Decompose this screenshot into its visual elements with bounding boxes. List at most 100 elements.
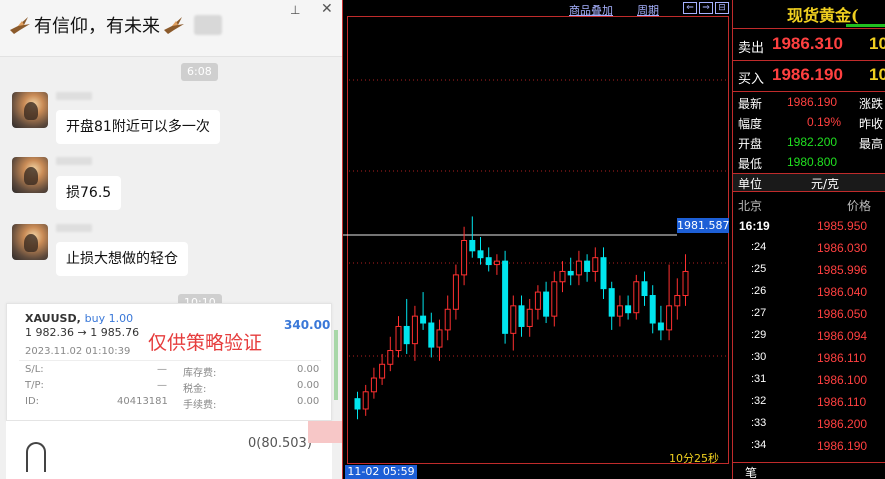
paperclip-icon[interactable] — [26, 442, 46, 472]
strategy-stamp: 仅供策略验证 — [148, 332, 263, 354]
bird-icon — [10, 17, 30, 34]
candle — [633, 274, 640, 320]
candle-body — [510, 305, 517, 334]
swap-value: 0.00 — [297, 364, 320, 375]
bar-countdown: 10分25秒 — [669, 452, 719, 465]
candle-body — [625, 305, 632, 314]
candle — [452, 264, 459, 320]
candle-body — [354, 398, 361, 410]
latest-value: 1986.190 — [787, 95, 838, 109]
tick-price: 1986.190 — [817, 439, 868, 453]
cursor-time-label: 11-02 05:59 — [345, 465, 417, 479]
candle-body — [649, 295, 656, 324]
avatar[interactable] — [12, 224, 48, 260]
divider — [733, 462, 885, 463]
latest-label: 最新 — [738, 97, 763, 111]
candle-body — [608, 288, 615, 317]
fee-label: 手续费: — [183, 400, 217, 411]
pink-edge — [308, 421, 342, 443]
low-label: 最低 — [738, 157, 763, 171]
tick-time: :29 — [751, 329, 767, 341]
candle-body — [387, 350, 394, 365]
tick-time: :34 — [751, 439, 767, 451]
candle — [485, 247, 492, 272]
trade-datetime: 2023.11.02 01:10:39 — [25, 346, 131, 357]
quote-panel: 现货黄金( 卖出 1986.310 10 买入 1986.190 10 最新 1… — [732, 0, 885, 479]
candle-body — [682, 270, 689, 297]
trades-tab[interactable]: 笔 — [745, 464, 757, 479]
candle-body — [534, 291, 541, 310]
message-bubble[interactable]: 止损大想做的轻仓 — [56, 242, 188, 276]
instrument-title: 现货黄金( — [787, 6, 859, 25]
candle-body — [592, 257, 599, 272]
pin-icon[interactable]: ⊥ — [290, 3, 300, 17]
candle-body — [493, 260, 500, 266]
tick-price: 1986.050 — [817, 307, 868, 321]
sl-label: S/L: — [25, 364, 44, 375]
candle — [403, 298, 410, 354]
sender-name — [56, 157, 92, 165]
candle — [625, 295, 632, 320]
tp-label: T/P: — [25, 380, 44, 391]
trade-side: buy 1.00 — [84, 312, 134, 325]
bird-icon — [164, 17, 184, 34]
tick-time: :31 — [751, 373, 767, 385]
avatar[interactable] — [12, 92, 48, 128]
candle — [551, 271, 558, 327]
candle-body — [641, 281, 648, 297]
green-bar — [846, 24, 885, 27]
candle-body — [559, 270, 566, 283]
candle — [370, 367, 377, 399]
tick-time: :25 — [751, 263, 767, 275]
open-value: 1982.200 — [787, 135, 838, 149]
tick-price: 1986.030 — [817, 241, 868, 255]
tick-price: 1986.094 — [817, 329, 868, 343]
tick-price: 1986.200 — [817, 417, 868, 431]
message-bubble[interactable]: 开盘81附近可以多一次 — [56, 110, 220, 144]
candle — [616, 295, 623, 327]
candle-body — [633, 281, 640, 314]
avatar[interactable] — [12, 157, 48, 193]
chart-plot — [343, 79, 727, 420]
candlestick-chart[interactable]: 商品叠加 周期 ⇐ ⇒ ⊟ 1981.587 11-02 05:59 10分25… — [342, 0, 732, 479]
id-label: ID: — [25, 396, 40, 407]
tick-time: :26 — [751, 285, 767, 297]
candle — [584, 254, 591, 282]
message-bubble[interactable]: 损76.5 — [56, 176, 122, 210]
candle-body — [551, 281, 558, 317]
candle-body — [469, 240, 476, 252]
candle — [387, 336, 394, 372]
candle-body — [657, 322, 664, 331]
candle-body — [666, 305, 673, 331]
unit-row: 单位 元/克 — [733, 173, 885, 192]
candle — [559, 261, 566, 293]
low-value: 1980.800 — [787, 155, 838, 169]
tick-time: :32 — [751, 395, 767, 407]
candle — [493, 254, 500, 275]
chat-panel: 有信仰，有未来 ⊥ ✕ 6:08 开盘81附近可以多一次 损76.5 止损大想做… — [0, 0, 342, 479]
candle — [567, 257, 574, 286]
open-label: 开盘 — [738, 137, 763, 151]
trade-card[interactable]: XAUUSD, buy 1.00 340.00 1 982.36 → 1 985… — [6, 303, 332, 421]
amplitude-label: 幅度 — [738, 117, 763, 131]
amplitude-value: 0.19% — [807, 115, 842, 129]
candle-body — [461, 240, 468, 276]
tick-price: 1986.040 — [817, 285, 868, 299]
fee-value: 0.00 — [297, 396, 320, 407]
price-label: 价格 — [847, 199, 872, 213]
prevclose-label: 昨收 — [859, 117, 884, 131]
tick-price: 1986.100 — [817, 373, 868, 387]
sl-value: — — [157, 364, 167, 375]
timestamp-chip: 6:08 — [181, 63, 218, 81]
candle-body — [543, 291, 550, 317]
divider — [19, 360, 321, 361]
tick-time: :27 — [751, 307, 767, 319]
candle-body — [395, 325, 402, 352]
tp-value: — — [157, 380, 167, 391]
candle — [534, 285, 541, 320]
candle — [354, 391, 361, 420]
buy-label: 买入 — [738, 72, 765, 87]
close-icon[interactable]: ✕ — [321, 1, 333, 17]
chat-header: 有信仰，有未来 ⊥ ✕ — [0, 0, 342, 57]
screen: 有信仰，有未来 ⊥ ✕ 6:08 开盘81附近可以多一次 损76.5 止损大想做… — [0, 0, 885, 479]
